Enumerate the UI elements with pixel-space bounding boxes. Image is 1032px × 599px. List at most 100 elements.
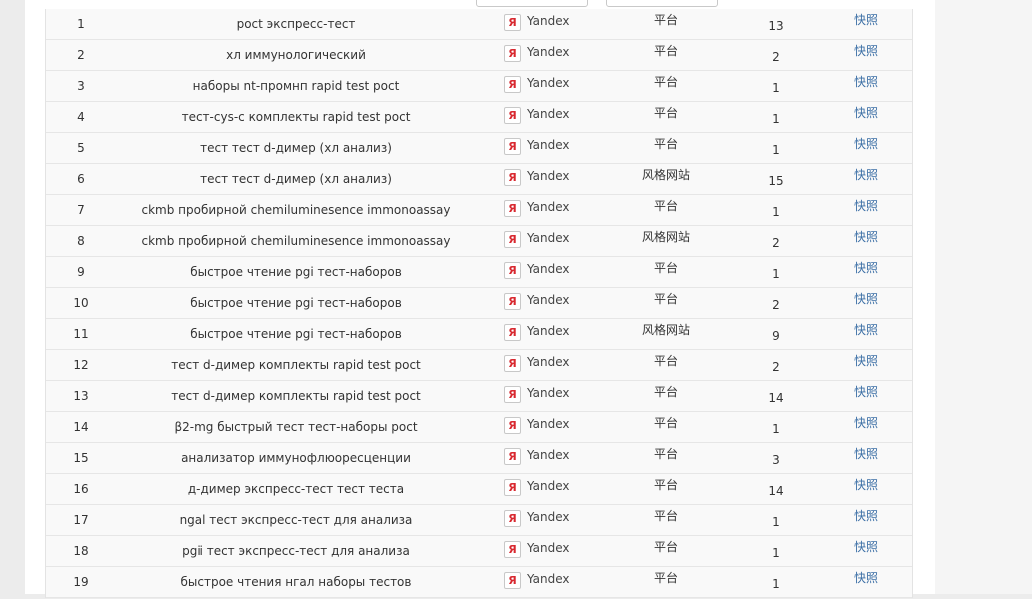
yandex-logo-icon: Я [504, 200, 521, 217]
platform-cell: 平台 [653, 199, 678, 213]
yandex-logo-icon: Я [504, 355, 521, 372]
filter-input-engine[interactable] [476, 0, 588, 7]
snapshot-link[interactable]: 快照 [826, 67, 906, 97]
platform-cell: 风格网站 [641, 323, 690, 337]
engine-name: Yandex [527, 75, 570, 90]
results-table: 1 poct экспресс-тест Я Yandex 平台 13 快照 2 … [45, 9, 913, 598]
snapshot-link[interactable]: 快照 [826, 284, 906, 314]
engine-name: Yandex [527, 509, 570, 524]
snapshot-link[interactable]: 快照 [826, 346, 906, 376]
engine-cell: Я Yandex [504, 9, 594, 40]
snapshot-link[interactable]: 快照 [826, 532, 906, 562]
table-row: 14 β2-mg быстрый тест тест-наборы poct Я… [46, 412, 912, 443]
row-number: 2 [77, 48, 85, 62]
table-row: 15 анализатор иммунофлюоресценции Я Yande… [46, 443, 912, 474]
snapshot-link[interactable]: 快照 [826, 439, 906, 469]
keyword-cell: тест тест d-димер (хл анализ) [200, 141, 392, 155]
engine-cell: Я Yandex [504, 536, 594, 567]
table-row: 6 тест тест d-димер (хл анализ) Я Yandex … [46, 164, 912, 195]
yandex-logo-icon: Я [504, 448, 521, 465]
keyword-cell: тест d-димер комплекты rapid test poct [171, 358, 421, 372]
snapshot-link[interactable]: 快照 [826, 160, 906, 190]
engine-name: Yandex [527, 199, 570, 214]
yandex-logo-icon: Я [504, 14, 521, 31]
engine-cell: Я Yandex [504, 71, 594, 102]
engine-name: Yandex [527, 323, 570, 338]
keyword-cell: ckmb пробирной chemiluminesence immonoas… [141, 203, 451, 217]
platform-cell: 平台 [653, 13, 678, 27]
engine-name: Yandex [527, 137, 570, 152]
table-row: 16 д-димер экспресс-тест тест теста Я Yan… [46, 474, 912, 505]
keyword-cell: ckmb пробирной chemiluminesence immonoas… [141, 234, 451, 248]
platform-cell: 平台 [653, 44, 678, 58]
engine-name: Yandex [527, 13, 570, 28]
engine-name: Yandex [527, 292, 570, 307]
engine-cell: Я Yandex [504, 505, 594, 536]
count-cell: 1 [772, 267, 780, 281]
row-number: 19 [73, 575, 89, 589]
engine-cell: Я Yandex [504, 381, 594, 412]
keyword-cell: тест d-димер комплекты rapid test poct [171, 389, 421, 403]
keyword-cell: poct экспресс-тест [236, 17, 356, 31]
engine-cell: Я Yandex [504, 412, 594, 443]
yandex-logo-icon: Я [504, 231, 521, 248]
platform-cell: 平台 [653, 137, 678, 151]
yandex-logo-icon: Я [504, 417, 521, 434]
snapshot-link[interactable]: 快照 [826, 129, 906, 159]
snapshot-link[interactable]: 快照 [826, 36, 906, 66]
yandex-logo-icon: Я [504, 169, 521, 186]
snapshot-link[interactable]: 快照 [826, 98, 906, 128]
platform-cell: 平台 [653, 354, 678, 368]
count-cell: 14 [768, 484, 784, 498]
engine-name: Yandex [527, 44, 570, 59]
platform-cell: 平台 [653, 75, 678, 89]
row-number: 3 [77, 79, 85, 93]
count-cell: 1 [772, 112, 780, 126]
engine-name: Yandex [527, 385, 570, 400]
snapshot-link[interactable]: 快照 [826, 563, 906, 593]
yandex-logo-icon: Я [504, 45, 521, 62]
engine-cell: Я Yandex [504, 133, 594, 164]
count-cell: 15 [768, 174, 784, 188]
yandex-logo-icon: Я [504, 324, 521, 341]
row-number: 13 [73, 389, 89, 403]
engine-cell: Я Yandex [504, 567, 594, 598]
engine-cell: Я Yandex [504, 288, 594, 319]
table-row: 12 тест d-димер комплекты rapid test poc… [46, 350, 912, 381]
table-row: 2 хл иммунологический Я Yandex 平台 2 快照 [46, 40, 912, 71]
snapshot-link[interactable]: 快照 [826, 501, 906, 531]
row-number: 11 [73, 327, 89, 341]
row-number: 15 [73, 451, 89, 465]
row-number: 16 [73, 482, 89, 496]
snapshot-link[interactable]: 快照 [826, 315, 906, 345]
keyword-cell: тест тест d-димер (хл анализ) [200, 172, 392, 186]
snapshot-link[interactable]: 快照 [826, 191, 906, 221]
table-row: 4 тест-cys-c комплекты rapid test poct Я… [46, 102, 912, 133]
snapshot-link[interactable]: 快照 [826, 377, 906, 407]
count-cell: 1 [772, 205, 780, 219]
keyword-cell: быстрое чтение pgi тест-наборов [190, 265, 402, 279]
count-cell: 1 [772, 81, 780, 95]
yandex-logo-icon: Я [504, 138, 521, 155]
keyword-cell: ngal тест экспресс-тест для анализа [179, 513, 413, 527]
table-row: 19 быстрое чтения нгал наборы тестов Я Ya… [46, 567, 912, 598]
snapshot-link[interactable]: 快照 [826, 222, 906, 252]
page-margin-right [935, 0, 1032, 594]
row-number: 7 [77, 203, 85, 217]
snapshot-link[interactable]: 快照 [826, 408, 906, 438]
count-cell: 1 [772, 143, 780, 157]
snapshot-link[interactable]: 快照 [826, 253, 906, 283]
count-cell: 2 [772, 298, 780, 312]
row-number: 5 [77, 141, 85, 155]
platform-cell: 平台 [653, 385, 678, 399]
keyword-cell: быстрое чтения нгал наборы тестов [180, 575, 412, 589]
engine-cell: Я Yandex [504, 474, 594, 505]
snapshot-link[interactable]: 快照 [826, 470, 906, 500]
snapshot-link[interactable]: 快照 [826, 5, 906, 35]
engine-name: Yandex [527, 540, 570, 555]
table-row: 8 ckmb пробирной chemiluminesence immono… [46, 226, 912, 257]
engine-name: Yandex [527, 416, 570, 431]
platform-cell: 平台 [653, 509, 678, 523]
keyword-cell: д-димер экспресс-тест тест теста [187, 482, 405, 496]
count-cell: 1 [772, 422, 780, 436]
